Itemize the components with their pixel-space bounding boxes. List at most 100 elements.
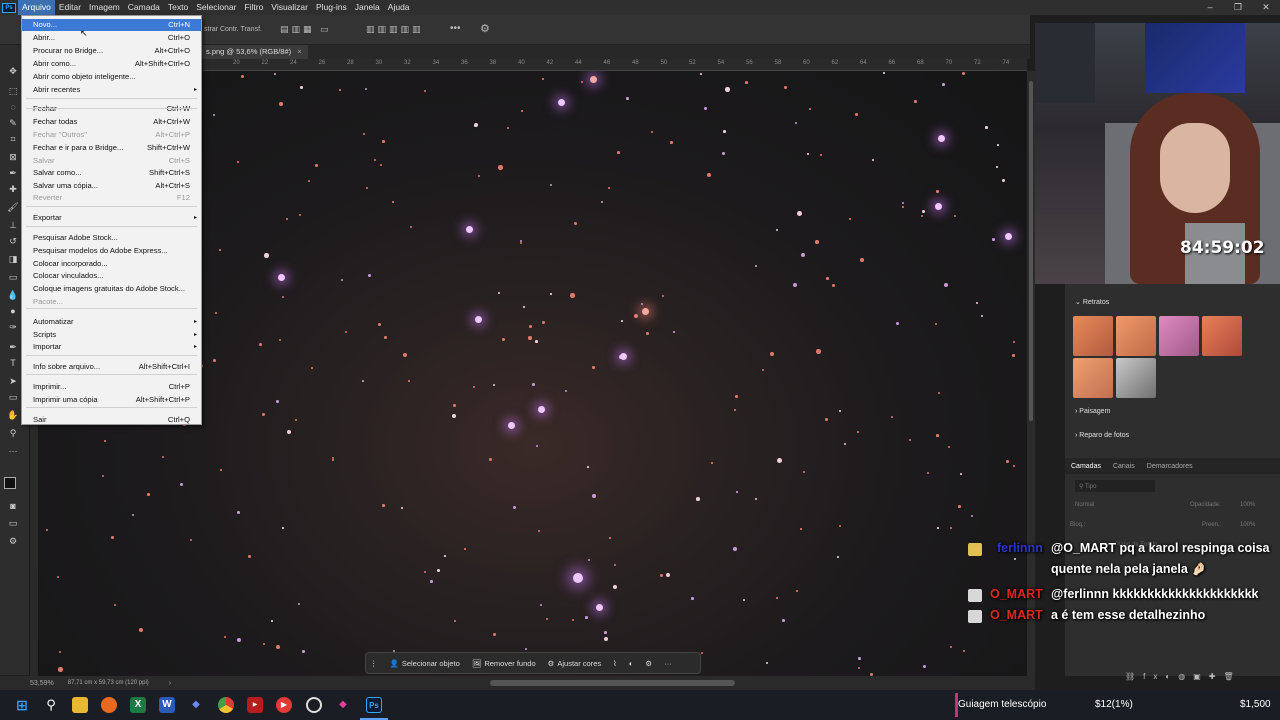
hand-tool-icon[interactable]: ✋ bbox=[6, 409, 20, 421]
quick-mask-icon[interactable]: ◙ bbox=[6, 500, 20, 512]
document-tab[interactable]: s.png @ 53,6% (RGB/8#) × bbox=[200, 45, 308, 59]
pen-icon[interactable]: ⌇ bbox=[607, 652, 623, 674]
app-icon[interactable]: ◆ bbox=[188, 697, 204, 713]
file-menu-item[interactable]: Fechar e ir para o Bridge... Shift+Ctrl+W bbox=[22, 142, 201, 154]
remove-background-button[interactable]: 🖼 Remover fundo bbox=[466, 652, 542, 674]
select-subject-button[interactable]: 👤 Selecionar objeto bbox=[384, 652, 466, 674]
file-menu-item[interactable]: Abrir... Ctrl+O bbox=[22, 32, 201, 44]
vertical-scrollbar[interactable] bbox=[1027, 71, 1035, 676]
file-menu-item[interactable]: Abrir como objeto inteligente... bbox=[22, 71, 201, 83]
portrait-thumbnail[interactable] bbox=[1202, 316, 1242, 356]
menu-selecionar[interactable]: Selecionar bbox=[192, 0, 240, 15]
adjust-colors-button[interactable]: ⚙ Ajustar cores bbox=[542, 652, 608, 674]
chrome-icon[interactable] bbox=[218, 697, 234, 713]
menu-ajuda[interactable]: Ajuda bbox=[384, 0, 414, 15]
portrait-thumbnail[interactable] bbox=[1073, 316, 1113, 356]
app-icon[interactable]: ▶ bbox=[247, 697, 263, 713]
align-icons[interactable]: ▤▥▦ ▭ bbox=[280, 24, 332, 35]
minimize-icon[interactable]: – bbox=[1196, 0, 1224, 15]
edit-toolbar-icon[interactable]: ⚙ bbox=[6, 535, 20, 547]
type-tool-icon[interactable]: T bbox=[6, 357, 20, 369]
word-icon[interactable]: W bbox=[159, 697, 175, 713]
file-menu-item[interactable]: Novo... Ctrl+N bbox=[22, 19, 201, 31]
file-menu-item[interactable]: Salvar como... Shift+Ctrl+S bbox=[22, 167, 201, 179]
lasso-tool-icon[interactable]: ◌ bbox=[6, 101, 20, 113]
horizontal-scrollbar[interactable] bbox=[490, 680, 735, 686]
more-icon[interactable]: ··· bbox=[658, 652, 678, 674]
zoom-tool-icon[interactable]: ⚲ bbox=[6, 427, 20, 439]
adjust-icon[interactable]: ⚙ bbox=[639, 652, 658, 674]
section-portraits[interactable]: ⌄ Retratos bbox=[1075, 298, 1109, 306]
file-menu-item[interactable]: Imprimir... Ctrl+P bbox=[22, 381, 201, 393]
file-menu-item[interactable]: Colocar vinculados... bbox=[22, 270, 201, 282]
file-menu-item[interactable]: Scripts ▸ bbox=[22, 329, 201, 341]
photoshop-logo-icon[interactable]: Ps bbox=[0, 0, 18, 15]
portrait-thumbnail[interactable] bbox=[1073, 358, 1113, 398]
layer-actions-icons[interactable]: ⛓fx◐◍▣✚🗑 bbox=[1125, 672, 1242, 681]
menu-filtro[interactable]: Filtro bbox=[240, 0, 267, 15]
blur-tool-icon[interactable]: 💧 bbox=[6, 289, 20, 301]
eyedropper-tool-icon[interactable]: ✒ bbox=[6, 167, 20, 179]
menu-janela[interactable]: Janela bbox=[351, 0, 384, 15]
windows-start-icon[interactable]: ⊞ bbox=[14, 697, 30, 713]
contrast-icon[interactable]: ◐ bbox=[623, 652, 640, 674]
file-menu-item[interactable]: Info sobre arquivo... Alt+Shift+Ctrl+I bbox=[22, 361, 201, 373]
zoom-level[interactable]: 53,59% bbox=[30, 680, 54, 687]
menu-plugins[interactable]: Plug-ins bbox=[312, 0, 351, 15]
firefox-icon[interactable] bbox=[101, 697, 117, 713]
excel-icon[interactable]: X bbox=[130, 697, 146, 713]
shape-tool-icon[interactable]: ▭ bbox=[6, 391, 20, 403]
stamp-tool-icon[interactable]: ⊥ bbox=[6, 219, 20, 231]
app-icon[interactable]: ◆ bbox=[335, 697, 351, 713]
healing-tool-icon[interactable]: ✚ bbox=[6, 183, 20, 195]
scrollbar-thumb[interactable] bbox=[1029, 81, 1033, 421]
file-menu-item[interactable]: Automatizar ▸ bbox=[22, 316, 201, 328]
file-menu-item[interactable]: Pesquisar Adobe Stock... bbox=[22, 232, 201, 244]
photoshop-taskbar-icon[interactable]: Ps bbox=[366, 697, 382, 713]
portrait-thumbnail[interactable] bbox=[1116, 358, 1156, 398]
dodge-tool-icon[interactable]: ● bbox=[6, 305, 20, 317]
brush-tool-icon[interactable]: 🖌 bbox=[6, 201, 20, 213]
fill-field[interactable]: 100% bbox=[1240, 522, 1255, 528]
more-tools-icon[interactable]: ··· bbox=[6, 445, 20, 457]
section-landscape[interactable]: › Paisagem bbox=[1075, 408, 1110, 415]
search-icon[interactable]: ⚲ bbox=[43, 697, 59, 713]
tab-layers[interactable]: Camadas bbox=[1065, 463, 1107, 470]
blend-mode-select[interactable]: Normal bbox=[1075, 502, 1175, 514]
tab-channels[interactable]: Canais bbox=[1107, 463, 1141, 470]
menu-editar[interactable]: Editar bbox=[55, 0, 85, 15]
marquee-tool-icon[interactable]: ⬚ bbox=[6, 85, 20, 97]
menu-arquivo[interactable]: Arquivo bbox=[18, 0, 55, 15]
file-menu-item[interactable]: Abrir recentes ▸ bbox=[22, 84, 201, 96]
file-menu-item[interactable]: Sair Ctrl+Q bbox=[22, 414, 201, 426]
distribute-icons[interactable]: ▥▥▥▥▥ bbox=[366, 24, 424, 35]
file-menu-item[interactable]: Exportar ▸ bbox=[22, 212, 201, 224]
direct-select-icon[interactable]: ➤ bbox=[6, 375, 20, 387]
history-brush-icon[interactable]: ↺ bbox=[6, 235, 20, 247]
obs-icon[interactable] bbox=[306, 697, 322, 713]
gradient-tool-icon[interactable]: ▭ bbox=[6, 271, 20, 283]
menu-visualizar[interactable]: Visualizar bbox=[267, 0, 312, 15]
file-menu-item[interactable]: Abrir como... Alt+Shift+Ctrl+O bbox=[22, 58, 201, 70]
menu-texto[interactable]: Texto bbox=[164, 0, 192, 15]
move-tool-icon[interactable]: ✥ bbox=[6, 65, 20, 77]
document-tab-close-icon[interactable]: × bbox=[297, 47, 301, 56]
menu-imagem[interactable]: Imagem bbox=[85, 0, 124, 15]
foreground-color-swatch[interactable] bbox=[4, 477, 16, 489]
file-explorer-icon[interactable] bbox=[72, 697, 88, 713]
file-menu-item[interactable]: Procurar no Bridge... Alt+Ctrl+O bbox=[22, 45, 201, 57]
drag-handle-icon[interactable]: ⋮ bbox=[366, 652, 384, 674]
gear-icon[interactable]: ⚙ bbox=[480, 22, 490, 35]
close-icon[interactable]: ✕ bbox=[1252, 0, 1280, 15]
screen-mode-icon[interactable]: ▭ bbox=[6, 517, 20, 529]
portrait-thumbnail[interactable] bbox=[1116, 316, 1156, 356]
eraser-tool-icon[interactable]: ◨ bbox=[6, 253, 20, 265]
crop-tool-icon[interactable]: ⌗ bbox=[6, 133, 20, 145]
media-player-icon[interactable]: ▶ bbox=[276, 697, 292, 713]
restore-icon[interactable]: ❐ bbox=[1224, 0, 1252, 15]
file-menu-item[interactable]: Imprimir uma cópia Alt+Shift+Ctrl+P bbox=[22, 394, 201, 406]
quick-select-tool-icon[interactable]: ✎ bbox=[6, 117, 20, 129]
more-options-icon[interactable]: ••• bbox=[450, 23, 461, 34]
frame-tool-icon[interactable]: ⊠ bbox=[6, 151, 20, 163]
show-transform-controls-label[interactable]: strar Contr. Transf. bbox=[204, 26, 262, 33]
